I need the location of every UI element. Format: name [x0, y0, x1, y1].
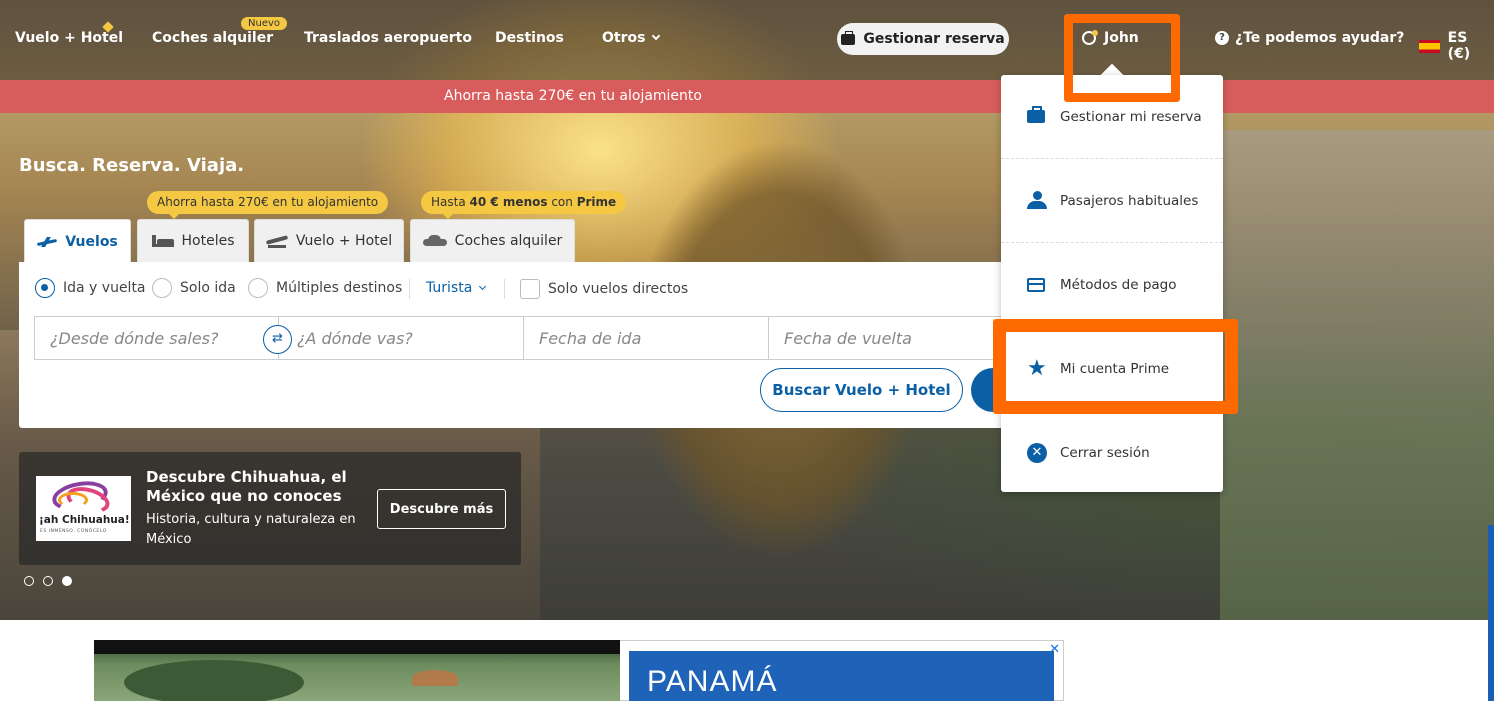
- menu-item-label: Métodos de pago: [1060, 276, 1177, 293]
- ad-headline-box: PANAMÁ: [629, 651, 1054, 701]
- menu-item-label: Cerrar sesión: [1060, 445, 1150, 461]
- radio-solo-ida[interactable]: Solo ida: [152, 278, 236, 298]
- destination-input[interactable]: ¿A dónde vas?: [278, 316, 524, 360]
- car-icon: [422, 235, 447, 247]
- hotels-promo-bubble: Ahorra hasta 270€ en tu alojamiento: [147, 191, 389, 219]
- language-selector[interactable]: ES (€): [1419, 30, 1494, 62]
- promo-bar-text: Ahorra hasta 270€ en tu alojamiento: [444, 88, 702, 104]
- logo-subtext: ES INMENSO, CONÓCELO: [40, 529, 107, 534]
- radio-selected-icon: [35, 278, 55, 298]
- carousel-dot[interactable]: [43, 576, 53, 586]
- suitcase-icon: [841, 30, 856, 45]
- logo-swirl: [58, 492, 88, 508]
- radio-ida-vuelta[interactable]: Ida y vuelta: [35, 278, 146, 298]
- cabin-class-label: Turista: [426, 280, 473, 296]
- menu-item-logout[interactable]: ✕ Cerrar sesión: [1001, 411, 1223, 495]
- help-label: ¿Te podemos ayudar?: [1235, 30, 1405, 46]
- departure-date-input[interactable]: Fecha de ida: [523, 316, 769, 360]
- destination-promo-card: ¡ah Chihuahua! ES INMENSO, CONÓCELO Desc…: [19, 452, 521, 565]
- briefcase-icon: [1027, 106, 1045, 123]
- checkbox-icon: [520, 279, 540, 299]
- radio-multiples-label: Múltiples destinos: [276, 280, 403, 296]
- tab-coches[interactable]: Coches alquiler: [410, 219, 575, 262]
- bed-icon: [151, 235, 174, 247]
- promo-card-title: Descubre Chihuahua, el México que no con…: [146, 468, 347, 505]
- people-icon: [1027, 190, 1047, 211]
- tab-vuelo-hotel[interactable]: Vuelo + Hotel: [254, 219, 404, 262]
- close-circle-icon: ✕: [1027, 443, 1047, 463]
- ad-close-icon[interactable]: ✕: [1049, 642, 1060, 657]
- chevron-down-icon: [479, 282, 487, 291]
- ad-photo[interactable]: [94, 640, 657, 701]
- direct-flights-checkbox[interactable]: Solo vuelos directos: [520, 279, 688, 299]
- search-panel: Ida y vuelta Solo ida Múltiples destinos…: [19, 262, 1031, 428]
- tab-hoteles-label: Hoteles: [181, 233, 235, 249]
- carousel-dot[interactable]: [24, 576, 34, 586]
- menu-item-frequent-passengers[interactable]: Pasajeros habituales: [1001, 159, 1223, 243]
- manage-booking-label: Gestionar reserva: [863, 31, 1005, 47]
- cars-bubble-prime: Prime: [576, 195, 617, 209]
- chevron-down-icon: [652, 31, 661, 41]
- hero-tagline: Busca. Reserva. Viaja.: [19, 155, 245, 176]
- help-link[interactable]: ? ¿Te podemos ayudar?: [1215, 30, 1404, 46]
- credit-card-icon: [1027, 277, 1045, 292]
- new-badge: Nuevo: [241, 17, 288, 30]
- radio-ida-vuelta-label: Ida y vuelta: [63, 280, 146, 296]
- side-widget-edge[interactable]: [1488, 525, 1494, 701]
- language-label: ES (€): [1447, 30, 1471, 62]
- tab-vuelos[interactable]: Vuelos: [24, 219, 131, 263]
- nav-traslados[interactable]: Traslados aeropuerto: [304, 30, 472, 46]
- logo-wordmark: ¡ah Chihuahua!: [39, 514, 130, 526]
- promo-bar[interactable]: Ahorra hasta 270€ en tu alojamiento: [0, 80, 1494, 113]
- direct-flights-label: Solo vuelos directos: [548, 281, 689, 297]
- top-navigation: Vuelo + Hotel Coches alquiler Nuevo Tras…: [0, 0, 1494, 80]
- cars-promo-bubble: Hasta 40 € menos con Prime: [421, 191, 627, 219]
- cabin-class-select[interactable]: Turista: [426, 280, 487, 296]
- swap-icon[interactable]: ⇄: [263, 325, 292, 354]
- radio-icon: [248, 278, 268, 298]
- cars-bubble-mid: con: [547, 195, 577, 209]
- tab-vuelo-hotel-label: Vuelo + Hotel: [295, 233, 393, 249]
- highlight-prime-account: [993, 319, 1238, 414]
- hero-city-right: [1220, 130, 1494, 620]
- menu-item-label: Gestionar mi reserva: [1060, 108, 1202, 125]
- radio-icon: [152, 278, 172, 298]
- cars-bubble-pre: Hasta: [431, 195, 470, 209]
- radio-solo-ida-label: Solo ida: [180, 280, 236, 296]
- nav-destinos[interactable]: Destinos: [495, 30, 564, 46]
- manage-booking-button[interactable]: Gestionar reserva: [837, 23, 1009, 55]
- highlight-user-account: [1064, 14, 1180, 102]
- search-flight-hotel-button[interactable]: Buscar Vuelo + Hotel: [760, 368, 963, 412]
- tab-coches-label: Coches alquiler: [454, 233, 563, 249]
- tab-hoteles[interactable]: Hoteles: [137, 219, 249, 262]
- user-menu-dropdown: Gestionar mi reserva Pasajeros habituale…: [1001, 75, 1223, 492]
- plane-icon: [37, 238, 57, 246]
- menu-item-payment-methods[interactable]: Métodos de pago: [1001, 243, 1223, 327]
- return-date-input[interactable]: Fecha de vuelta: [768, 316, 1013, 360]
- spain-flag-icon: [1419, 39, 1440, 53]
- nav-otros[interactable]: Otros: [602, 30, 661, 46]
- discover-more-button[interactable]: Descubre más: [377, 489, 506, 529]
- nav-coches-alquiler[interactable]: Coches alquiler: [152, 30, 273, 46]
- plane-hotel-icon: [266, 234, 288, 248]
- ad-banner[interactable]: PANAMÁ ✕: [620, 640, 1064, 701]
- ad-photo-hat: [412, 670, 458, 686]
- cars-bubble-amount: 40 € menos: [469, 195, 548, 209]
- chihuahua-logo: ¡ah Chihuahua! ES INMENSO, CONÓCELO: [36, 476, 131, 541]
- ad-headline: PANAMÁ: [647, 665, 778, 698]
- divider: [504, 279, 505, 299]
- origin-input[interactable]: ¿Desde dónde sales?: [34, 316, 279, 360]
- promo-card-description: Historia, cultura y naturaleza en México: [146, 512, 356, 547]
- divider: [409, 279, 410, 299]
- menu-item-label: Pasajeros habituales: [1060, 192, 1199, 209]
- ad-photo-trees: [124, 660, 304, 701]
- question-icon: ?: [1215, 31, 1229, 45]
- nav-otros-label: Otros: [602, 30, 646, 46]
- carousel-dots: [24, 576, 72, 586]
- radio-multiples[interactable]: Múltiples destinos: [248, 278, 402, 298]
- carousel-dot-active[interactable]: [62, 576, 72, 586]
- tab-vuelos-label: Vuelos: [65, 233, 118, 250]
